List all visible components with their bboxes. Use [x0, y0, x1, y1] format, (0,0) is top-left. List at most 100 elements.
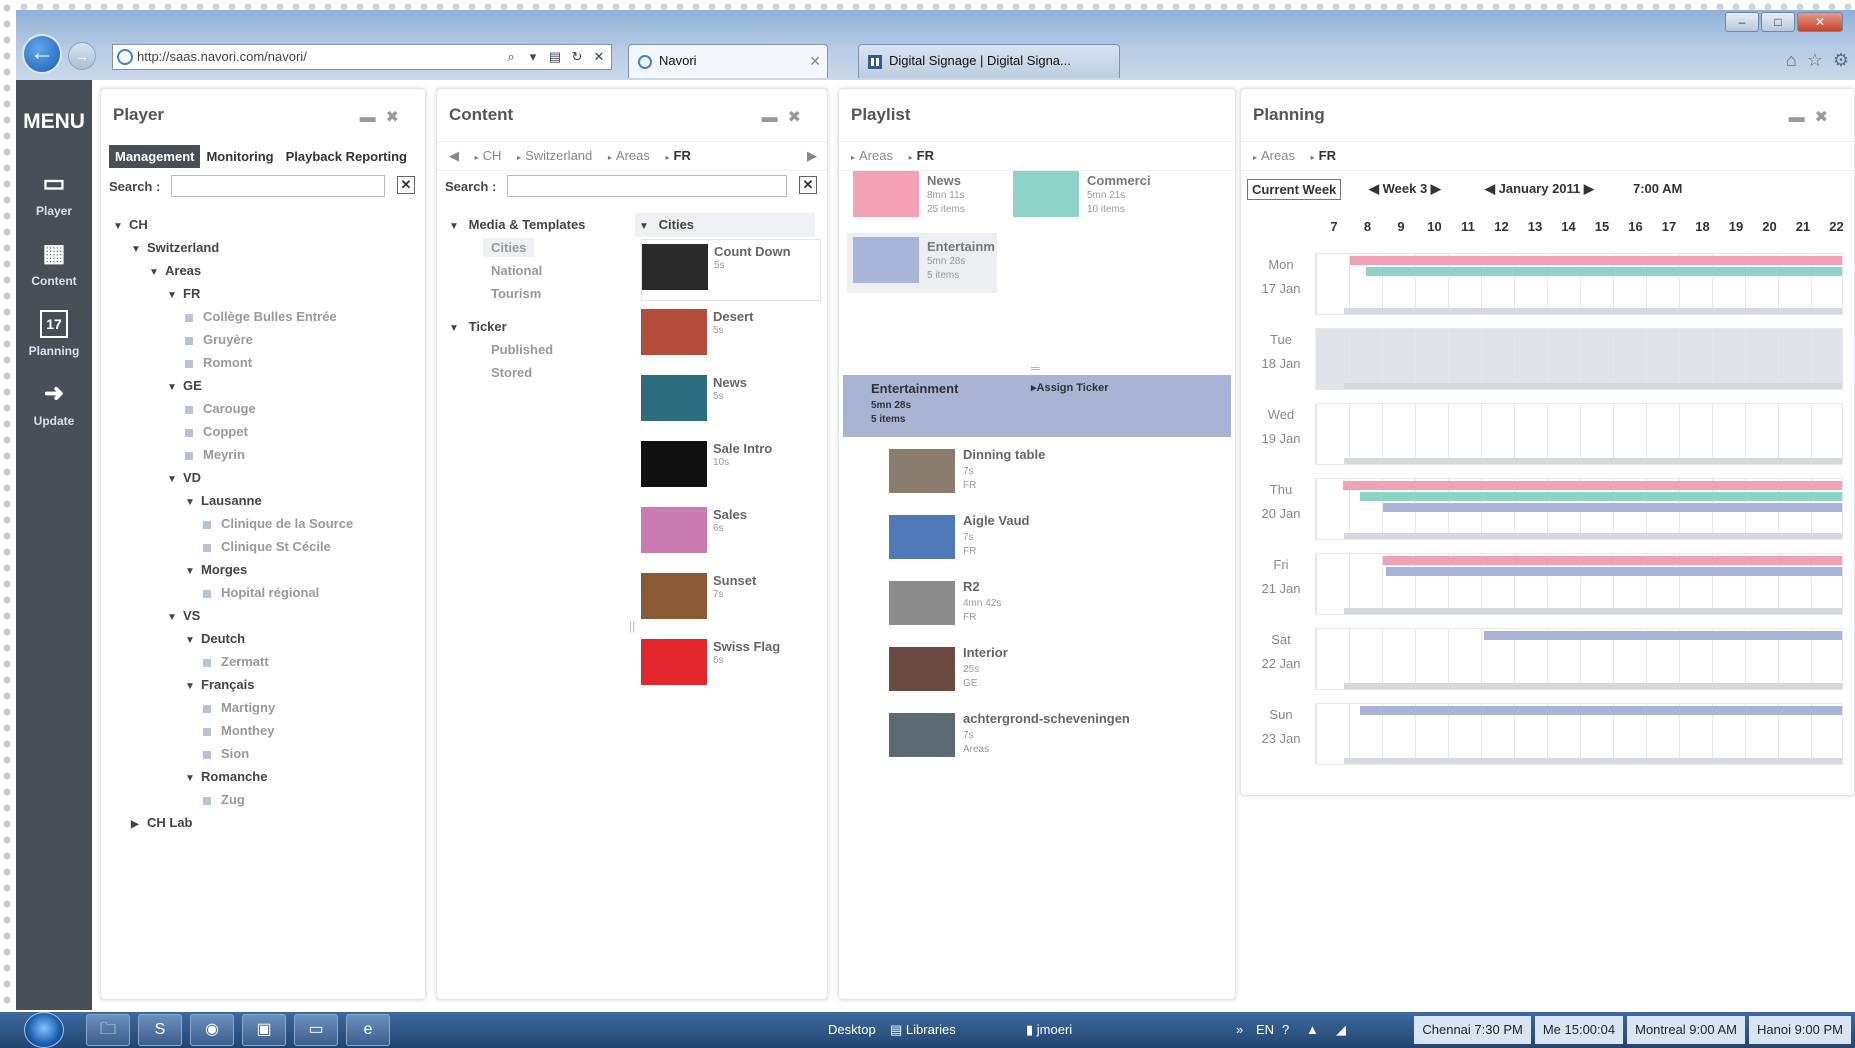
back-arrow-icon[interactable]: ←	[22, 34, 62, 74]
day-timeline[interactable]	[1315, 328, 1843, 390]
schedule-bar[interactable]	[1359, 492, 1842, 501]
tab-playback-reporting[interactable]: Playback Reporting	[280, 145, 413, 168]
volume-icon[interactable]: ◢	[1336, 1022, 1346, 1038]
current-week-button[interactable]: Current Week	[1247, 179, 1342, 200]
time-display[interactable]: 7:00 AM	[1633, 181, 1682, 196]
close-tab-icon[interactable]: ✕	[809, 45, 821, 77]
chevron-down-icon[interactable]: ▼	[185, 629, 201, 652]
breadcrumb-item[interactable]: FR	[917, 148, 934, 163]
category-item[interactable]: Stored	[449, 361, 585, 384]
tab-navori[interactable]: Navori ✕	[628, 44, 828, 78]
breadcrumb-item[interactable]: Areas	[616, 148, 650, 163]
category-item[interactable]: Published	[449, 338, 585, 361]
tree-node[interactable]: ▼ VD	[113, 466, 353, 489]
month-navigator[interactable]: ◀ January 2011 ▶	[1485, 181, 1594, 197]
media-item[interactable]: Sales 6s	[641, 503, 821, 565]
refresh-icon[interactable]: ↻	[567, 46, 587, 68]
week-navigator[interactable]: ◀ Week 3 ▶	[1369, 181, 1441, 197]
tree-leaf[interactable]: Romont	[113, 351, 353, 374]
assign-ticker-button[interactable]: ▸Assign Ticker	[1031, 381, 1108, 394]
playlist-tile[interactable]: News 8mn 11s 25 items	[847, 167, 997, 227]
close-panel-icon[interactable]: ✖	[1815, 109, 1838, 126]
day-timeline[interactable]	[1315, 403, 1843, 465]
firefox-icon[interactable]: ◉	[190, 1014, 234, 1046]
breadcrumb-item[interactable]: FR	[1319, 148, 1336, 163]
menu-item-update[interactable]: ➜ Update	[16, 380, 92, 428]
schedule-bar[interactable]	[1366, 267, 1842, 276]
breadcrumb-item[interactable]: FR	[674, 148, 691, 163]
category-ticker[interactable]: ▼ Ticker	[449, 315, 585, 338]
skype-icon[interactable]: S	[138, 1014, 182, 1046]
chevron-down-icon[interactable]: ▼	[185, 675, 201, 698]
ie-taskbar-icon[interactable]: e	[346, 1014, 390, 1046]
tree-node[interactable]: ▼ Morges	[113, 558, 353, 581]
category-item[interactable]: Tourism	[449, 282, 585, 305]
tree-node[interactable]: ▼ Lausanne	[113, 489, 353, 512]
stop-icon[interactable]: ✕	[589, 46, 609, 68]
splitter-handle[interactable]: ||	[629, 619, 635, 633]
chevron-down-icon[interactable]: ▼	[149, 261, 165, 284]
favorites-star-icon[interactable]: ☆	[1807, 50, 1823, 71]
window-icon[interactable]: ▭	[294, 1014, 338, 1046]
chevron-right-icon[interactable]: ▶	[131, 813, 147, 836]
player-search-input[interactable]	[171, 175, 385, 197]
tree-leaf[interactable]: Clinique de la Source	[113, 512, 353, 535]
help-icon[interactable]: ?	[1282, 1022, 1289, 1037]
chevron-down-icon[interactable]: ▼	[185, 491, 201, 514]
tree-leaf[interactable]: Martigny	[113, 696, 353, 719]
tree-leaf[interactable]: Zug	[113, 788, 353, 811]
close-panel-icon[interactable]: ✖	[386, 109, 409, 126]
tree-leaf[interactable]: Carouge	[113, 397, 353, 420]
schedule-bar[interactable]	[1483, 631, 1842, 640]
clock-chennai[interactable]: Chennai 7:30 PM	[1414, 1016, 1531, 1044]
tab-monitoring[interactable]: Monitoring	[200, 145, 279, 168]
tree-leaf[interactable]: Hopital régional	[113, 581, 353, 604]
tree-leaf[interactable]: Zermatt	[113, 650, 353, 673]
day-timeline[interactable]	[1315, 553, 1843, 615]
schedule-bar[interactable]	[1383, 556, 1842, 565]
address-bar[interactable]: http://saas.navori.com/navori/ ⌕ ▾ ▤ ↻ ✕	[112, 44, 612, 70]
explorer-icon[interactable]: 🗀	[86, 1014, 130, 1046]
clear-search-icon[interactable]: ✕	[397, 176, 415, 194]
home-icon[interactable]: ⌂	[1786, 50, 1797, 71]
clear-search-icon[interactable]: ✕	[799, 176, 817, 194]
language-indicator[interactable]: EN	[1256, 1022, 1274, 1037]
tree-leaf[interactable]: Coppet	[113, 420, 353, 443]
tree-node[interactable]: ▼ VS	[113, 604, 353, 627]
day-timeline[interactable]	[1315, 628, 1843, 690]
clock-montreal[interactable]: Montreal 9:00 AM	[1627, 1016, 1745, 1044]
tree-node[interactable]: ▼ Areas	[113, 259, 353, 282]
tree-leaf[interactable]: Clinique St Cécile	[113, 535, 353, 558]
minimize-panel-icon[interactable]: ▬	[1789, 109, 1815, 126]
chevron-down-icon[interactable]: ▼	[131, 238, 147, 261]
clock-local[interactable]: Me 15:00:04	[1534, 1016, 1624, 1044]
minimize-icon[interactable]: –	[1725, 12, 1759, 32]
playlist-tile[interactable]: Entertainm 5mn 28s 5 items	[847, 233, 997, 293]
schedule-bar[interactable]	[1383, 503, 1842, 512]
menu-item-player[interactable]: ▭ Player	[16, 170, 92, 218]
tree-node[interactable]: ▼ Français	[113, 673, 353, 696]
playlist-item[interactable]: R2 4mn 42s FR	[889, 577, 1169, 637]
category-item[interactable]: National	[449, 259, 585, 282]
media-item[interactable]: News 5s	[641, 371, 821, 433]
tab-management[interactable]: Management	[109, 145, 201, 168]
breadcrumb-item[interactable]: Switzerland	[525, 148, 592, 163]
tree-leaf[interactable]: Collège Bulles Entrée	[113, 305, 353, 328]
schedule-bar[interactable]	[1386, 567, 1842, 576]
tree-node[interactable]: ▼ Switzerland	[113, 236, 353, 259]
tree-leaf[interactable]: Monthey	[113, 719, 353, 742]
chevron-down-icon[interactable]: ▼	[113, 215, 129, 238]
minimize-panel-icon[interactable]: ▬	[762, 109, 788, 126]
tree-node[interactable]: ▼ GE	[113, 374, 353, 397]
libraries-toolbar[interactable]: ▤ Libraries	[890, 1022, 956, 1038]
tree-node[interactable]: ▼ FR	[113, 282, 353, 305]
schedule-bar[interactable]	[1359, 706, 1842, 715]
breadcrumb-item[interactable]: Areas	[1261, 148, 1295, 163]
close-icon[interactable]: ✕	[1797, 12, 1843, 32]
minimize-panel-icon[interactable]: ▬	[360, 109, 386, 126]
playlist-tile[interactable]: Commerci 5mn 21s 10 items	[1007, 167, 1157, 227]
user-toolbar[interactable]: ▮ jmoeri	[1026, 1022, 1072, 1038]
tree-node[interactable]: ▼ Deutch	[113, 627, 353, 650]
media-item[interactable]: Sunset 7s	[641, 569, 821, 631]
chevron-right-icon[interactable]: ▶	[807, 142, 817, 170]
